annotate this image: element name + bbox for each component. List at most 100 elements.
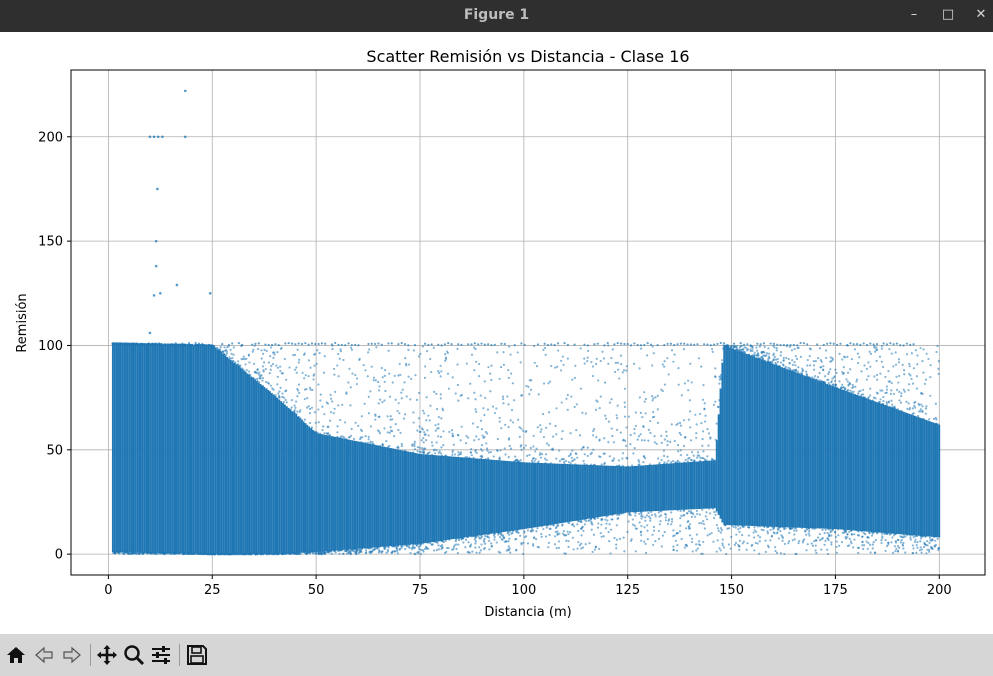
minimize-button[interactable]: – [902,4,926,26]
scatter-point [414,553,417,556]
scatter-point [477,343,480,346]
scatter-point [402,417,406,420]
scatter-point [542,348,545,351]
scatter-point [672,360,675,363]
scatter-point [569,462,572,465]
save-button[interactable] [184,642,210,668]
scatter-point [675,549,679,552]
scatter-point [881,403,884,406]
scatter-point [629,539,633,542]
scatter-point [514,459,517,463]
scatter-point [793,529,796,532]
scatter-point [612,457,616,460]
configure-subplots-button[interactable] [148,642,174,668]
scatter-point [118,551,121,554]
scatter-point [262,369,265,372]
scatter-point [474,398,477,401]
scatter-point [134,344,137,347]
scatter-point [254,342,257,345]
point-cluster [756,358,759,527]
point-cluster [472,458,475,537]
point-cluster [938,424,941,538]
scatter-point [613,370,617,373]
scatter-point [467,436,470,439]
close-button[interactable]: ✕ [969,4,993,26]
scatter-point [629,433,632,437]
scatter-point [520,342,523,345]
scatter-point [412,421,415,424]
scatter-point [225,553,228,556]
point-cluster [728,347,731,526]
back-button[interactable] [31,642,57,668]
scatter-point [890,389,893,392]
scatter-point [665,462,669,465]
scatter-point [440,547,443,551]
scatter-point [526,529,530,532]
scatter-point [326,550,330,554]
scatter-point [909,538,912,541]
point-cluster [702,461,705,509]
scatter-point [552,524,555,527]
scatter-point [489,450,492,454]
scatter-point [350,343,353,347]
scatter-point [184,552,188,555]
scatter-point [863,544,866,547]
point-cluster [882,404,885,533]
scatter-point [507,437,511,440]
scatter-point [819,366,823,369]
scatter-point [827,381,830,385]
scatter-point [294,368,297,371]
scatter-point [866,547,869,551]
scatter-point [583,362,586,365]
toolbar-separator [90,644,91,666]
scatter-point [688,534,692,537]
scatter-point [475,410,478,413]
scatter-point [752,536,756,539]
zoom-button[interactable] [121,642,147,668]
scatter-point [204,344,207,347]
point-cluster [745,354,748,526]
scatter-point [670,517,674,521]
scatter-point [572,548,575,551]
scatter-point [502,363,506,366]
scatter-point [504,453,507,456]
home-button[interactable] [3,642,29,668]
point-cluster [431,454,434,542]
scatter-point [759,357,762,360]
scatter-point [535,365,539,368]
scatter-point [927,357,930,361]
scatter-point [405,545,409,548]
scatter-point [747,534,750,537]
scatter-point [661,534,665,537]
scatter-point [823,543,826,546]
scatter-point [753,526,756,529]
pan-button[interactable] [94,642,120,668]
scatter-point [908,362,911,366]
scatter-point [436,427,439,430]
point-cluster [801,374,804,528]
scatter-point [708,507,711,510]
scatter-point [876,532,879,535]
scatter-point [689,343,692,346]
maximize-button[interactable]: □ [936,4,960,26]
scatter-point [573,343,576,346]
scatter-point [268,390,271,393]
scatter-point [905,342,908,345]
scatter-point [533,361,536,364]
scatter-point [467,343,470,346]
scatter-point [474,408,477,411]
forward-button[interactable] [59,642,85,668]
scatter-point [299,409,302,412]
point-cluster [930,421,933,537]
scatter-point [735,533,738,536]
scatter-point [725,552,728,556]
point-cluster [532,462,535,528]
scatter-point [465,362,468,365]
scatter-point [730,535,733,539]
scatter-point [915,375,919,378]
scatter-point [848,530,851,534]
point-cluster [248,375,251,555]
scatter-point [234,553,237,556]
point-cluster [773,364,776,527]
point-cluster [693,461,696,510]
